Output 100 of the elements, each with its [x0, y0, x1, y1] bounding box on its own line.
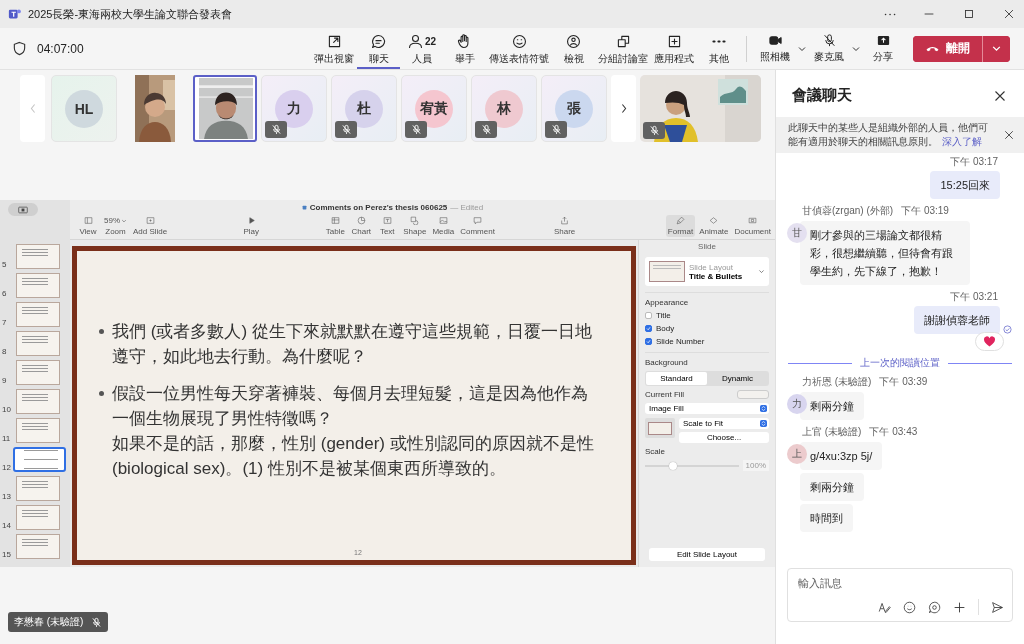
slide-thumbnail[interactable] [16, 505, 60, 530]
participant-tile[interactable]: 張 [541, 75, 607, 142]
sender-name: 力祈恩 (未驗證) [802, 375, 872, 389]
maximize-icon[interactable] [962, 7, 976, 21]
dismiss-button[interactable] [1002, 128, 1016, 142]
slide-thumbnail[interactable] [16, 273, 60, 298]
slide-thumbnail[interactable] [16, 476, 60, 501]
section-heading: Background [645, 358, 689, 367]
toolbar-button[interactable]: 舉手 [443, 28, 486, 69]
scaling-select[interactable]: Scale to Fit [679, 418, 769, 429]
message-bubble: 剛才參與的三場論文都很精彩，很想繼續聽，但待會有跟學生約，先下線了，抱歉！ [800, 221, 970, 285]
chat-title: 會議聊天 [792, 86, 852, 105]
chart-icon [356, 216, 366, 225]
avatar: 力 [787, 394, 807, 414]
toolbar-button[interactable]: Text [375, 215, 400, 237]
reaction-button[interactable] [975, 332, 1004, 351]
slide-number: 9 [2, 376, 8, 385]
sender-name: 上官 (未驗證) [802, 425, 862, 439]
chevron-right-icon [619, 102, 628, 115]
avatar: HL [65, 89, 103, 128]
layout-thumbnail [649, 261, 685, 282]
add-slide-icon [145, 216, 155, 225]
loop-icon[interactable] [928, 600, 941, 614]
send-icon[interactable] [991, 600, 1004, 614]
toolbar-button[interactable]: Share [551, 215, 578, 237]
toolbar-button[interactable]: Media [430, 215, 457, 237]
slide-thumbnail[interactable] [16, 244, 60, 269]
toolbar-button[interactable]: Document [732, 215, 773, 237]
smiley-icon[interactable] [903, 600, 916, 614]
section-heading: Appearance [645, 298, 690, 307]
layout-picker[interactable]: Slide Layout Title & Bullets [645, 257, 769, 286]
message-field[interactable]: 輸入訊息 [798, 577, 1004, 589]
read-position-divider: 上一次的閱讀位置 [860, 356, 940, 370]
checkbox[interactable] [645, 312, 652, 319]
slide-thumbnail[interactable] [16, 418, 60, 443]
edit-layout-button[interactable]: Edit Slide Layout [649, 548, 765, 561]
toolbar-button[interactable]: 檢視 [552, 28, 595, 69]
toolbar-button[interactable]: Comment [458, 215, 497, 237]
message-bubble: 剩兩分鐘 [800, 473, 864, 501]
image-preview [645, 418, 675, 438]
checkbox-option[interactable]: Slide Number [645, 337, 769, 346]
slide-number: 8 [2, 347, 8, 356]
format-icon[interactable] [878, 600, 891, 614]
toolbar-button[interactable]: Add Slide [131, 215, 170, 237]
toolbar-button[interactable]: Format [665, 215, 696, 237]
toolbar-button[interactable]: 聊天 [357, 28, 400, 69]
leave-options-button[interactable] [982, 35, 1010, 62]
close-icon[interactable] [1002, 7, 1016, 21]
toolbar-button[interactable]: Animate [697, 215, 731, 237]
participant-tile[interactable]: 宥黃 [401, 75, 467, 142]
message-bubble: 謝謝偵蓉老師 [914, 306, 1000, 334]
window-title: 2025長榮-東海兩校大學生論文聯合發表會 [28, 6, 233, 22]
sidebar-button[interactable] [8, 203, 38, 216]
message-time: 下午 03:21 [950, 290, 998, 304]
toolbar-button[interactable]: 59% Zoom [102, 215, 129, 237]
toolbar-button[interactable]: 分組討論室 [595, 28, 651, 69]
participant-tile[interactable]: 力 [261, 75, 327, 142]
checkbox-option[interactable]: Body [645, 324, 769, 333]
toolbar-button[interactable]: Chart [349, 215, 374, 237]
choose-button[interactable]: Choose... [679, 432, 769, 443]
slider-thumb[interactable] [669, 461, 678, 470]
message-bubble: 時間到 [800, 504, 853, 532]
participant-tile[interactable]: 林 [471, 75, 537, 142]
segment-button[interactable]: Dynamic [707, 372, 768, 385]
bullet-text: 假設一位男性每天穿著褲裝、每個月去理短髮，這是因為他作為一個生物展現了男性特徵嗎？ [112, 383, 589, 430]
toolbar-button[interactable]: 應用程式 [651, 28, 697, 69]
table-icon [330, 216, 340, 225]
slide-thumbnail[interactable] [16, 360, 60, 385]
slide-thumbnail[interactable] [16, 302, 60, 327]
toolbar-button[interactable]: 22 人員 [400, 28, 443, 69]
more-icon[interactable] [884, 12, 896, 16]
camera-button[interactable]: 照相機 [757, 28, 793, 69]
slide-thumbnail[interactable] [16, 534, 60, 559]
share-button[interactable]: 分享 [865, 28, 901, 69]
video-tile[interactable] [193, 75, 257, 142]
toolbar-button[interactable]: View [76, 215, 100, 237]
slide-thumbnail[interactable] [16, 331, 60, 356]
color-well[interactable] [737, 390, 769, 399]
participant-tile[interactable]: HL [51, 75, 117, 142]
toolbar-button[interactable]: Shape [401, 215, 429, 237]
zoom-level: 59% [104, 216, 120, 225]
toolbar-button[interactable]: 彈出視窗 [311, 28, 357, 69]
checkbox-option[interactable]: Title [645, 311, 769, 320]
plus-icon[interactable] [953, 600, 966, 614]
toolbar-button[interactable]: Table [323, 215, 348, 237]
checkbox[interactable] [645, 338, 652, 345]
meeting-timer: 04:07:00 [37, 41, 84, 56]
message-bubble: g/4xu:3zp 5j/ [800, 442, 883, 470]
segment-button[interactable]: Standard [646, 372, 707, 385]
slide-thumbnail[interactable] [16, 389, 60, 414]
field-label: Current Fill [645, 390, 685, 399]
microphone-button[interactable]: 麥克風 [811, 28, 847, 69]
toolbar-button[interactable]: Play [239, 215, 264, 237]
participant-tile[interactable]: 杜 [331, 75, 397, 142]
checkbox[interactable] [645, 325, 652, 332]
toolbar-button[interactable]: 傳送表情符號 [486, 28, 552, 69]
fill-type-select[interactable]: Image Fill [645, 403, 769, 414]
toolbar-button[interactable]: 其他 [697, 28, 740, 69]
slide-thumbnail[interactable] [13, 447, 66, 472]
learn-more-link[interactable]: 深入了解 [942, 136, 982, 147]
